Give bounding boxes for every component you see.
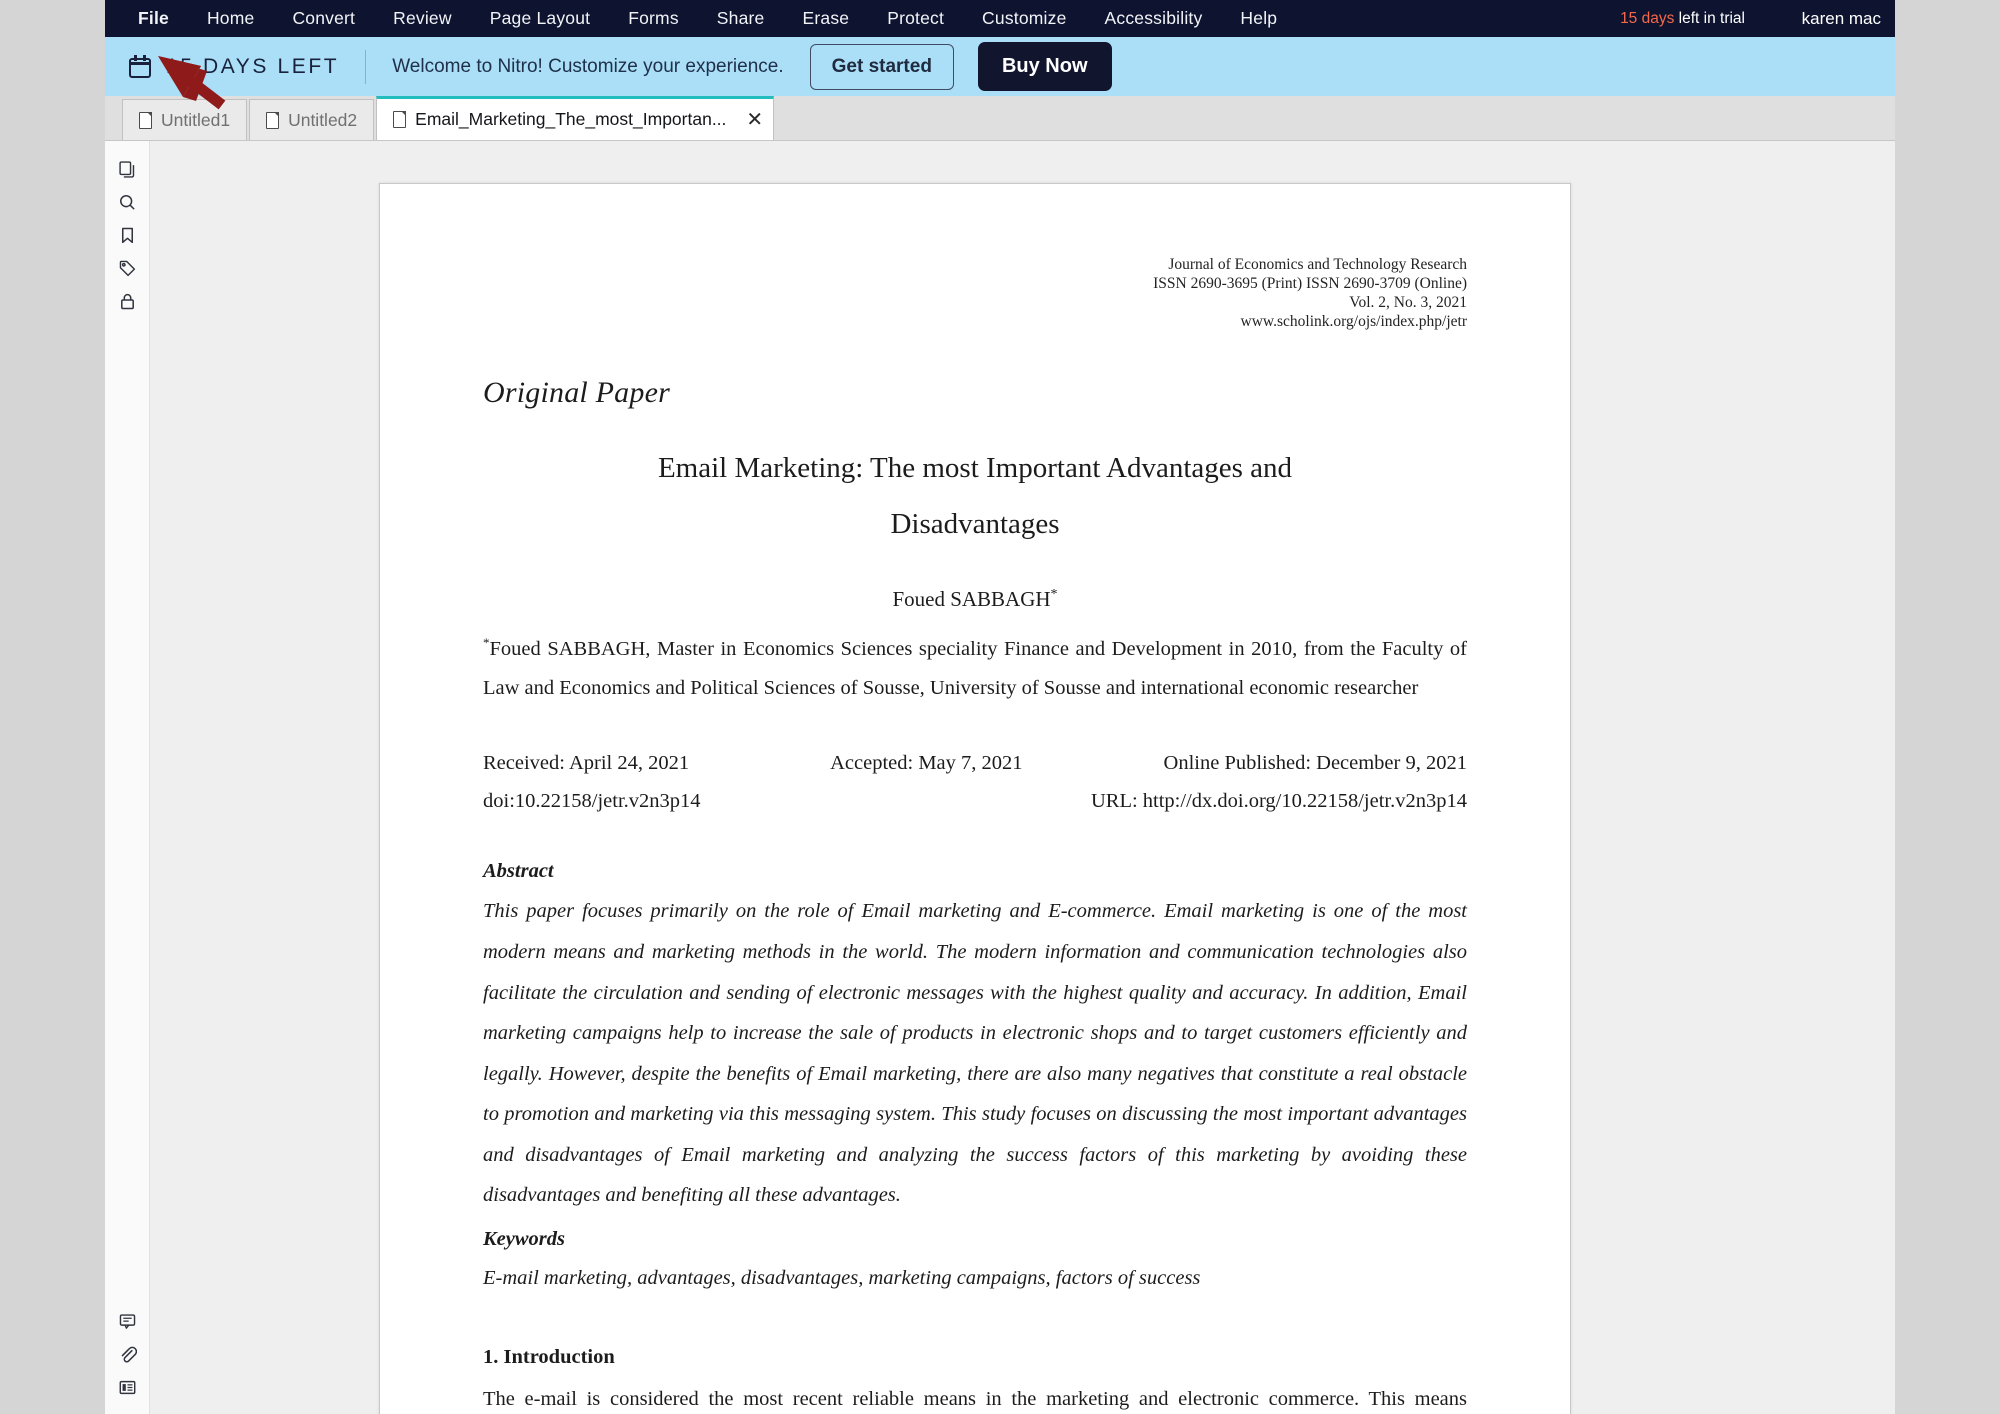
lock-icon[interactable]: [105, 285, 150, 318]
paper-type-label: Original Paper: [483, 375, 670, 409]
main-menu-bar: File Home Convert Review Page Layout For…: [105, 0, 1895, 37]
doi-row: doi:10.22158/jetr.v2n3p14 URL: http://dx…: [483, 790, 1467, 813]
journal-name: Journal of Economics and Technology Rese…: [1168, 256, 1467, 273]
doi-url[interactable]: URL: http://dx.doi.org/10.22158/jetr.v2n…: [1091, 790, 1467, 813]
menu-item-page-layout[interactable]: Page Layout: [471, 0, 609, 37]
trial-status-suffix: left in trial: [1674, 10, 1745, 27]
trial-banner: 15 DAYS LEFT Welcome to Nitro! Customize…: [105, 37, 1895, 96]
trial-days-count: 15 days: [1620, 10, 1675, 27]
publication-dates: Received: April 24, 2021 Accepted: May 7…: [483, 752, 1467, 775]
menu-item-accessibility[interactable]: Accessibility: [1086, 0, 1222, 37]
journal-header: Journal of Economics and Technology Rese…: [483, 256, 1467, 332]
menu-item-convert[interactable]: Convert: [273, 0, 374, 37]
pages-icon[interactable]: [105, 153, 150, 186]
tab-label: Untitled2: [288, 109, 358, 130]
author-name: Foued SABBAGH*: [483, 587, 1467, 612]
menu-item-help[interactable]: Help: [1221, 0, 1296, 37]
abstract-body: This paper focuses primarily on the role…: [483, 900, 1467, 1207]
welcome-message: Welcome to Nitro! Customize your experie…: [392, 55, 784, 77]
received-date: Received: April 24, 2021: [483, 752, 690, 775]
work-area: Journal of Economics and Technology Rese…: [105, 141, 1895, 1414]
introduction-heading: 1. Introduction: [483, 1346, 615, 1369]
banner-divider: [365, 49, 367, 84]
trial-status: 15 days left in trial: [1620, 0, 1745, 37]
close-icon[interactable]: ✕: [746, 110, 763, 130]
menu-item-review[interactable]: Review: [374, 0, 471, 37]
tab-label: Untitled1: [161, 109, 231, 130]
menu-item-share[interactable]: Share: [698, 0, 784, 37]
comment-icon[interactable]: [105, 1305, 150, 1338]
menu-item-forms[interactable]: Forms: [609, 0, 698, 37]
tab-label: Email_Marketing_The_most_Importan...: [415, 109, 727, 129]
menu-item-file[interactable]: File: [119, 0, 188, 37]
introduction-body: The e-mail is considered the most recent…: [483, 1388, 1467, 1411]
author-affiliation: *Foued SABBAGH, Master in Economics Scie…: [483, 630, 1467, 709]
get-started-button[interactable]: Get started: [809, 43, 954, 90]
online-published-date: Online Published: December 9, 2021: [1163, 752, 1467, 775]
days-left-label: 15 DAYS LEFT: [166, 54, 340, 78]
doi-text: doi:10.22158/jetr.v2n3p14: [483, 790, 701, 813]
paper-title-line-2: Disadvantages: [890, 508, 1060, 541]
keywords-body: E-mail marketing, advantages, disadvanta…: [483, 1267, 1201, 1290]
abstract-heading: Abstract: [483, 860, 554, 883]
layers-icon[interactable]: [105, 1371, 150, 1404]
tag-icon[interactable]: [105, 252, 150, 285]
journal-url: www.scholink.org/ojs/index.php/jetr: [1240, 312, 1467, 330]
journal-issn: ISSN 2690-3695 (Print) ISSN 2690-3709 (O…: [1153, 274, 1467, 292]
affiliation-text: Foued SABBAGH, Master in Economics Scien…: [483, 637, 1467, 700]
menu-item-home[interactable]: Home: [188, 0, 273, 37]
pdf-page: Journal of Economics and Technology Rese…: [379, 183, 1571, 1414]
account-name[interactable]: karen mac: [1802, 0, 1895, 37]
nitro-pdf-window: File Home Convert Review Page Layout For…: [105, 0, 1895, 1414]
keywords-heading: Keywords: [483, 1228, 565, 1251]
document-icon: [266, 111, 280, 129]
journal-volume: Vol. 2, No. 3, 2021: [1349, 293, 1467, 311]
search-icon[interactable]: [105, 186, 150, 219]
attachment-icon[interactable]: [105, 1338, 150, 1371]
menu-item-protect[interactable]: Protect: [868, 0, 963, 37]
buy-now-button[interactable]: Buy Now: [977, 42, 1112, 91]
pdf-viewer[interactable]: Journal of Economics and Technology Rese…: [150, 141, 1895, 1414]
tab-untitled1[interactable]: Untitled1: [122, 99, 248, 140]
tab-untitled2[interactable]: Untitled2: [249, 99, 375, 140]
navigation-rail: [105, 141, 150, 1414]
paper-title-line-1: Email Marketing: The most Important Adva…: [657, 451, 1293, 484]
tab-email-marketing[interactable]: Email_Marketing_The_most_Importan... ✕: [376, 96, 775, 140]
menu-item-customize[interactable]: Customize: [963, 0, 1085, 37]
author-footnote-marker: *: [1050, 586, 1058, 602]
menu-item-erase[interactable]: Erase: [783, 0, 868, 37]
page-title: Email Marketing: The most Important Adva…: [483, 440, 1467, 553]
document-tab-strip: Untitled1 Untitled2 Email_Marketing_The_…: [105, 96, 1895, 141]
document-icon: [393, 111, 407, 128]
author-name-text: Foued SABBAGH: [892, 586, 1051, 611]
calendar-icon: [129, 55, 151, 78]
document-icon: [139, 111, 152, 129]
bookmark-icon[interactable]: [105, 219, 150, 252]
accepted-date: Accepted: May 7, 2021: [830, 752, 1023, 775]
